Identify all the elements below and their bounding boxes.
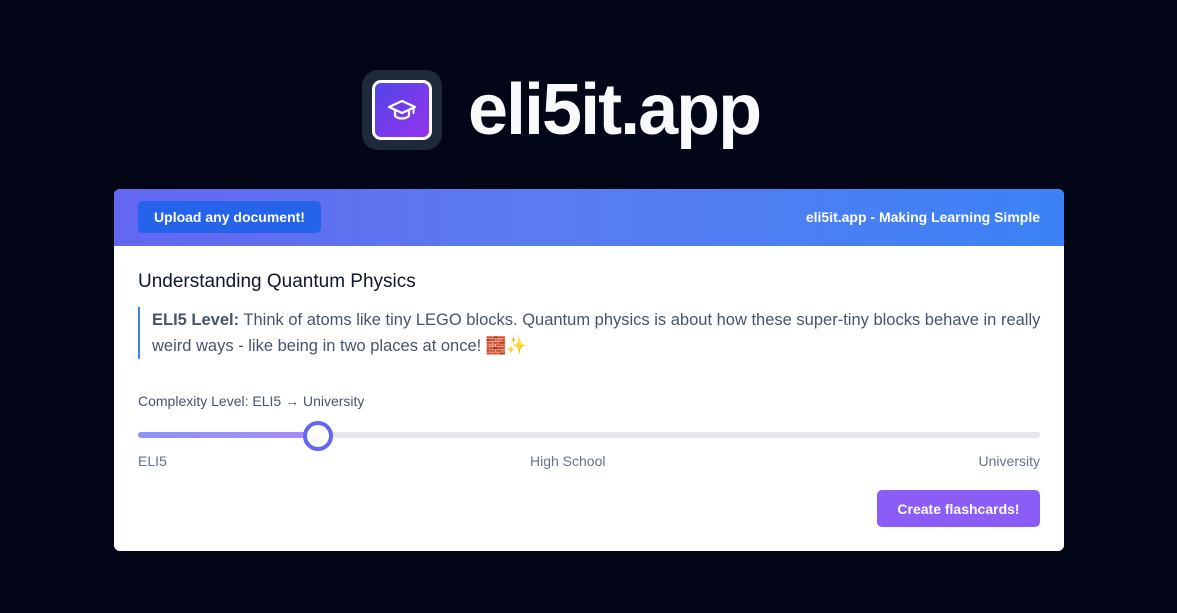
tick-label-eli5: ELI5 — [138, 453, 167, 469]
slider-thumb[interactable] — [303, 421, 334, 451]
topic-title: Understanding Quantum Physics — [138, 271, 416, 292]
graduation-cap-icon — [387, 99, 417, 120]
app-logo — [362, 70, 442, 150]
upload-document-button[interactable]: Upload any document! — [138, 201, 321, 233]
create-flashcards-button[interactable]: Create flashcards! — [877, 490, 1040, 527]
eli5-explanation: ELI5 Level: Think of atoms like tiny LEG… — [138, 307, 1042, 359]
header-tagline: eli5it.app - Making Learning Simple — [805, 209, 1040, 225]
complexity-label: Complexity Level: ELI5 → University — [138, 393, 365, 409]
tick-label-university: University — [978, 453, 1040, 469]
content-card: Upload any document! eli5it.app - Making… — [114, 189, 1064, 551]
complexity-slider[interactable] — [138, 421, 1040, 451]
card-header: Upload any document! eli5it.app - Making… — [114, 189, 1064, 246]
brand-name: eli5it.app — [468, 70, 762, 150]
eli5-level-label: ELI5 Level: — [152, 311, 240, 329]
brand-header: eli5it.app — [362, 70, 762, 150]
tick-label-high-school: High School — [530, 453, 606, 469]
slider-fill — [138, 432, 319, 438]
logo-badge — [372, 80, 432, 140]
eli5-level-text: Think of atoms like tiny LEGO blocks. Qu… — [152, 311, 1041, 355]
